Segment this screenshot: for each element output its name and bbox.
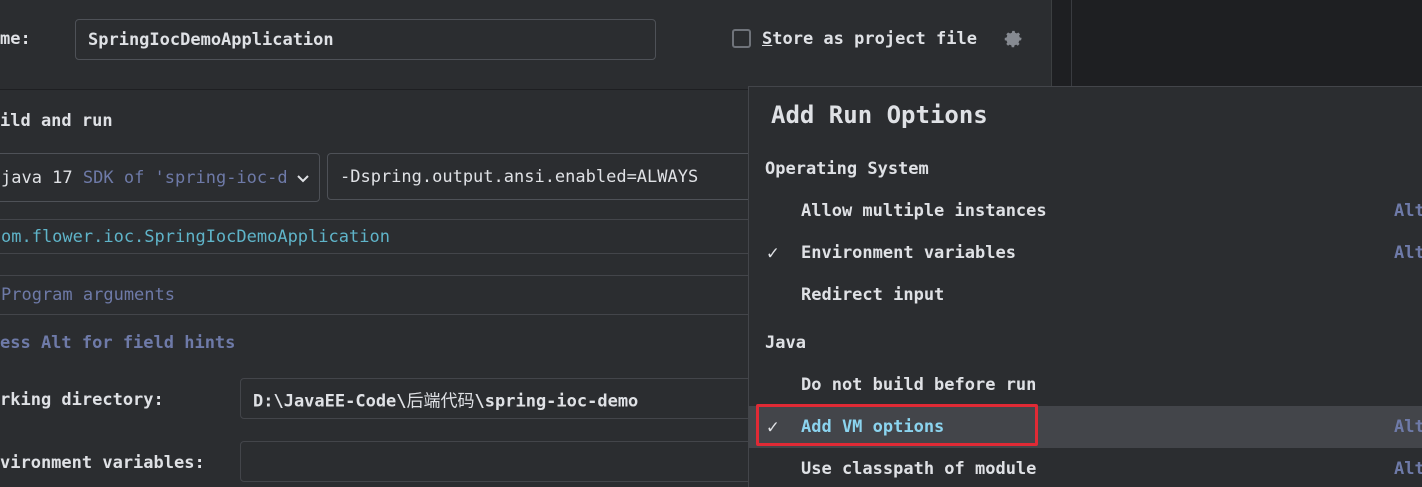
working-directory-label: rking directory: — [0, 390, 164, 410]
option-shortcut: Alt — [1394, 243, 1422, 263]
option-environment-variables[interactable]: ✓ Environment variables Alt — [749, 232, 1422, 274]
environment-variables-label: vironment variables: — [0, 453, 205, 473]
option-label: Environment variables — [801, 243, 1016, 263]
working-directory-prefix: D:\JavaEE-Code\ — [253, 391, 407, 411]
chevron-down-icon — [297, 175, 309, 183]
option-label: Use classpath of module — [801, 459, 1037, 479]
option-label: Redirect input — [801, 285, 945, 305]
option-redirect-input[interactable]: Redirect input — [749, 274, 1422, 316]
working-directory-cjk: 后端代码 — [406, 391, 475, 411]
option-label: Allow multiple instances — [801, 201, 1047, 221]
section-operating-system: Operating System — [765, 159, 929, 179]
main-class-value: om.flower.ioc.SpringIocDemoApplication — [1, 226, 390, 247]
vm-options-value: -Dspring.output.ansi.enabled=ALWAYS — [340, 166, 699, 187]
store-as-project-file-checkbox[interactable] — [732, 29, 751, 48]
option-use-classpath-of-module[interactable]: Use classpath of module Alt — [749, 448, 1422, 487]
field-hints-text: ess Alt for field hints — [0, 333, 236, 353]
name-field-value: SpringIocDemoApplication — [88, 29, 334, 50]
option-shortcut: Alt — [1394, 201, 1422, 221]
name-label: me: — [0, 29, 31, 49]
pane-divider-secondary — [1071, 0, 1072, 90]
build-and-run-heading: ild and run — [0, 111, 113, 131]
program-arguments-field[interactable]: Program arguments — [0, 275, 757, 315]
option-allow-multiple-instances[interactable]: Allow multiple instances Alt — [749, 190, 1422, 232]
option-shortcut: Alt — [1394, 417, 1422, 437]
option-shortcut: Alt — [1394, 459, 1422, 479]
working-directory-suffix: \spring-ioc-demo — [474, 391, 639, 411]
store-label-mnemonic: S — [762, 29, 773, 49]
working-directory-field[interactable]: D:\JavaEE-Code\后端代码\spring-ioc-demo — [240, 378, 757, 419]
environment-variables-field[interactable] — [240, 441, 757, 482]
program-arguments-placeholder: Program arguments — [1, 285, 175, 305]
popup-title: Add Run Options — [771, 101, 988, 129]
run-configuration-dialog: me: SpringIocDemoApplication Store as pr… — [0, 0, 1422, 487]
working-directory-value: D:\JavaEE-Code\后端代码\spring-ioc-demo — [253, 386, 638, 411]
jdk-hint: SDK of 'spring-ioc-d — [82, 167, 288, 188]
jdk-name: java 17 — [1, 167, 73, 188]
store-label-rest: tore as project file — [772, 29, 977, 49]
gear-icon[interactable] — [1002, 28, 1024, 50]
option-label: Do not build before run — [801, 375, 1037, 395]
highlight-annotation-box — [756, 404, 1038, 446]
section-java: Java — [765, 333, 806, 353]
vm-options-field[interactable]: -Dspring.output.ansi.enabled=ALWAYS — [327, 153, 757, 200]
option-do-not-build-before-run[interactable]: Do not build before run — [749, 364, 1422, 406]
jdk-select-value: java 17 SDK of 'spring-ioc-d — [1, 168, 288, 188]
store-as-project-file-label[interactable]: Store as project file — [762, 29, 977, 49]
main-class-field[interactable]: om.flower.ioc.SpringIocDemoApplication — [0, 219, 757, 254]
name-field[interactable]: SpringIocDemoApplication — [75, 19, 656, 60]
check-icon: ✓ — [767, 242, 779, 264]
jdk-select[interactable]: java 17 SDK of 'spring-ioc-d — [0, 153, 320, 202]
